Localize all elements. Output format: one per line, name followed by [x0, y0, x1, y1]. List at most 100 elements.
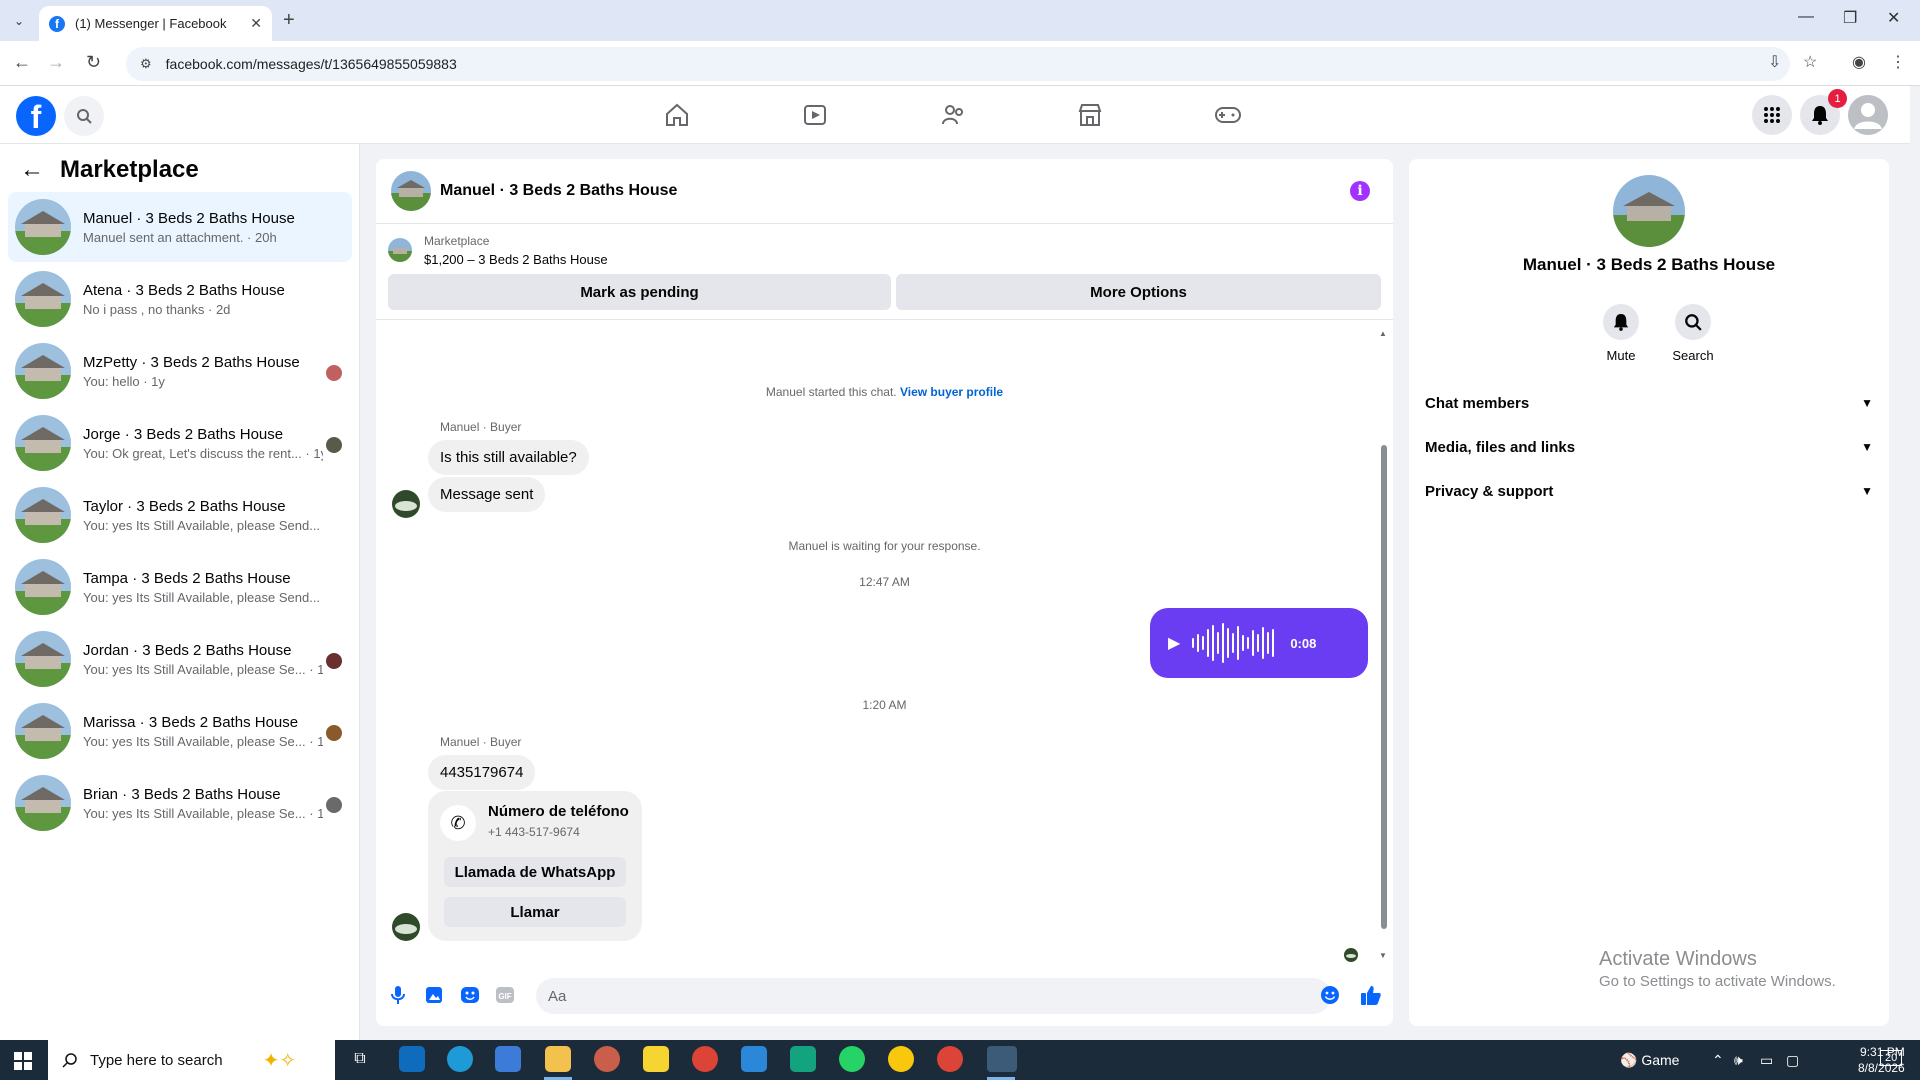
call-button[interactable]: Llamar — [444, 897, 626, 927]
network-icon[interactable]: ▭ — [1760, 1052, 1773, 1069]
search-action[interactable]: Search — [1663, 304, 1723, 363]
bookmark-star-icon[interactable]: ☆ — [1803, 52, 1817, 72]
search-icon[interactable] — [1675, 304, 1711, 340]
chat-avatar[interactable] — [391, 171, 431, 211]
media-files-links-row[interactable]: Media, files and links ▼ — [1425, 425, 1873, 469]
app-icon[interactable] — [594, 1046, 620, 1072]
search-label: Search — [1672, 348, 1714, 363]
chevron-down-icon: ▼ — [1861, 396, 1873, 410]
bell-icon[interactable] — [1603, 304, 1639, 340]
conversation-item[interactable]: Manuel · 3 Beds 2 Baths House Manuel sent… — [8, 192, 352, 262]
notification-center[interactable]: 20 — [1880, 1050, 1903, 1066]
conversation-thumbnail — [15, 487, 71, 543]
scroll-up-icon[interactable]: ▲ — [1379, 329, 1387, 338]
sticky-notes-icon[interactable] — [643, 1046, 669, 1072]
mute-action[interactable]: Mute — [1591, 304, 1651, 363]
gaming-icon[interactable] — [1213, 100, 1243, 130]
conversation-item[interactable]: Jordan · 3 Beds 2 Baths House You: yes It… — [8, 624, 352, 694]
privacy-support-row[interactable]: Privacy & support ▼ — [1425, 469, 1873, 513]
profile-icon[interactable]: ◉ — [1852, 52, 1866, 72]
task-view-icon[interactable]: ⧉ — [347, 1046, 373, 1072]
url-field[interactable]: ⚙ facebook.com/messages/t/13656498550598… — [126, 47, 1790, 81]
view-buyer-profile-link[interactable]: View buyer profile — [900, 385, 1003, 399]
sticker-icon[interactable] — [458, 983, 482, 1007]
file-explorer-icon[interactable] — [545, 1046, 571, 1072]
conversation-item[interactable]: Jorge · 3 Beds 2 Baths House You: Ok grea… — [8, 408, 352, 478]
listing-title[interactable]: $1,200 – 3 Beds 2 Baths House — [424, 252, 608, 267]
conversation-thumbnail — [15, 199, 71, 255]
chat-scrollbar[interactable]: ▲ ▼ — [1377, 329, 1389, 961]
tab-close-icon[interactable]: ✕ — [250, 15, 262, 32]
back-arrow-icon[interactable]: ← — [20, 156, 44, 184]
game-widget[interactable]: ⚾ Game — [1620, 1052, 1679, 1069]
whatsapp-call-button[interactable]: Llamada de WhatsApp — [444, 857, 626, 887]
reload-icon[interactable]: ↻ — [86, 52, 101, 73]
photo-icon[interactable] — [422, 983, 446, 1007]
windows-taskbar: Type here to search ✦✧ ⧉ ⚾ Game ⌃ 🕪 ▭ ▢ … — [0, 1040, 1920, 1080]
emoji-icon[interactable] — [1318, 983, 1342, 1007]
video-icon[interactable] — [800, 100, 830, 130]
profile-avatar[interactable] — [1613, 175, 1685, 247]
chat-members-row[interactable]: Chat members ▼ — [1425, 381, 1873, 425]
edge-icon[interactable] — [447, 1046, 473, 1072]
taskbar-search-box[interactable]: Type here to search ✦✧ — [48, 1040, 335, 1080]
app-icon[interactable] — [790, 1046, 816, 1072]
voice-message[interactable]: ▶ 0:08 — [1150, 608, 1368, 678]
conversation-preview: No i pass , no thanks · 2d — [83, 301, 231, 317]
minimize-button[interactable]: — — [1798, 8, 1814, 26]
row-label: Privacy & support — [1425, 482, 1554, 500]
message-bubble[interactable]: Is this still available? — [428, 440, 589, 475]
chat-title[interactable]: Manuel · 3 Beds 2 Baths House — [440, 182, 677, 200]
site-info-icon[interactable]: ⚙ — [140, 56, 152, 72]
scroll-down-icon[interactable]: ▼ — [1379, 951, 1387, 960]
conversation-item[interactable]: Marissa · 3 Beds 2 Baths House You: yes I… — [8, 696, 352, 766]
message-input[interactable] — [536, 978, 1331, 1014]
chrome-icon[interactable] — [692, 1046, 718, 1072]
chrome-active-icon[interactable] — [987, 1046, 1017, 1072]
scrollbar-thumb[interactable] — [1381, 445, 1387, 929]
back-icon[interactable]: ← — [13, 52, 31, 73]
install-app-icon[interactable]: ⇩ — [1768, 52, 1781, 72]
message-bubble[interactable]: 4435179674 — [428, 755, 536, 790]
account-avatar[interactable] — [1848, 95, 1888, 135]
menu-grid-icon[interactable] — [1752, 95, 1792, 135]
play-icon[interactable]: ▶ — [1168, 633, 1180, 653]
conversation-item[interactable]: MzPetty · 3 Beds 2 Baths House You: hello… — [8, 336, 352, 406]
conversation-item[interactable]: Tampa · 3 Beds 2 Baths House You: yes Its… — [8, 552, 352, 622]
chrome-icon[interactable] — [937, 1046, 963, 1072]
like-thumb-icon[interactable] — [1359, 983, 1383, 1007]
sender-label: Manuel · Buyer — [440, 420, 522, 434]
conversation-item[interactable]: Taylor · 3 Beds 2 Baths House You: yes It… — [8, 480, 352, 550]
info-icon[interactable]: i — [1350, 181, 1370, 201]
whatsapp-icon[interactable] — [839, 1046, 865, 1072]
conversation-item[interactable]: Atena · 3 Beds 2 Baths House No i pass , … — [8, 264, 352, 334]
gif-icon[interactable]: GIF — [493, 983, 517, 1007]
groups-icon[interactable] — [938, 100, 968, 130]
app-icon[interactable] — [741, 1046, 767, 1072]
display-icon[interactable]: ▢ — [1786, 1052, 1799, 1069]
volume-icon[interactable]: 🕪 — [1734, 1052, 1743, 1069]
windows-start-icon[interactable] — [14, 1052, 32, 1075]
forward-icon[interactable]: → — [47, 52, 65, 73]
new-tab-button[interactable]: + — [283, 9, 295, 32]
restore-button[interactable]: ❐ — [1843, 8, 1857, 28]
conversation-name: Marissa · 3 Beds 2 Baths House — [83, 713, 299, 731]
browser-tab[interactable]: f (1) Messenger | Facebook ✕ — [39, 6, 272, 41]
window-close-button[interactable]: ✕ — [1887, 8, 1900, 28]
store-icon[interactable] — [495, 1046, 521, 1072]
browser-menu-icon[interactable]: ⋮ — [1890, 52, 1906, 72]
tray-chevron-icon[interactable]: ⌃ — [1712, 1052, 1724, 1069]
app-icon[interactable] — [888, 1046, 914, 1072]
tab-search-button[interactable]: ⌄ — [8, 10, 30, 32]
mark-pending-button[interactable]: Mark as pending — [388, 274, 891, 310]
message-bubble[interactable]: Message sent — [428, 477, 546, 512]
conversation-item[interactable]: Brian · 3 Beds 2 Baths House You: yes Its… — [8, 768, 352, 838]
search-icon[interactable] — [64, 96, 104, 136]
panel-title: Marketplace — [60, 156, 199, 183]
facebook-logo-icon[interactable]: f — [16, 96, 56, 136]
more-options-button[interactable]: More Options — [896, 274, 1381, 310]
marketplace-icon[interactable] — [1075, 100, 1105, 130]
home-icon[interactable] — [662, 100, 692, 130]
microphone-icon[interactable] — [386, 983, 410, 1007]
outlook-icon[interactable] — [399, 1046, 425, 1072]
